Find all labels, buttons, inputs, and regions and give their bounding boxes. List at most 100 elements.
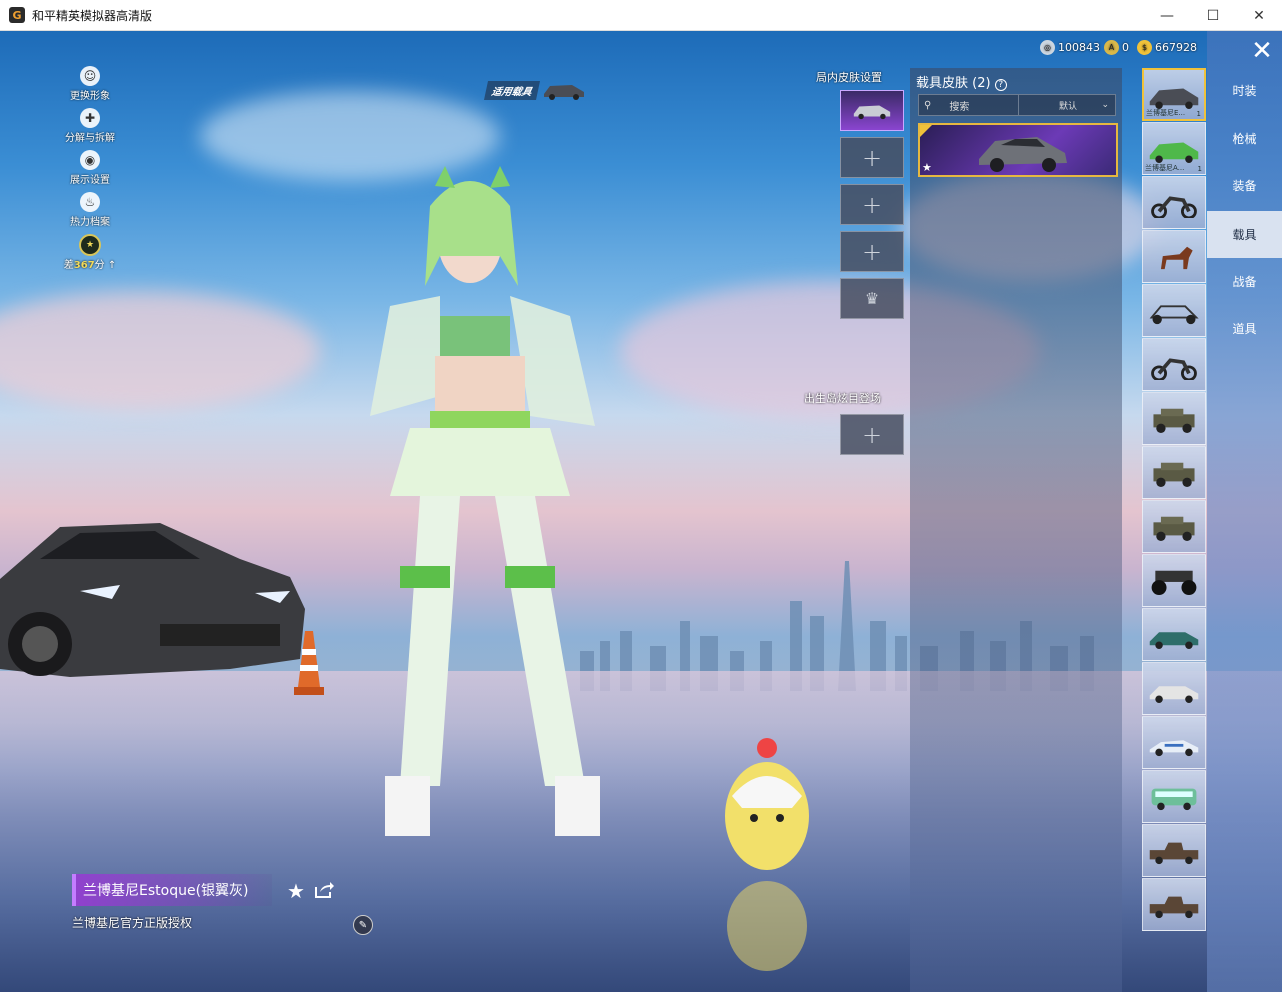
tab-props[interactable]: 道具 xyxy=(1207,305,1282,352)
change-appearance-button[interactable]: ☺ 更换形象 xyxy=(58,66,122,102)
tab-combat-gear[interactable]: 战备 xyxy=(1207,258,1282,305)
medal-coin-icon: A xyxy=(1104,40,1119,55)
eye-icon: ◉ xyxy=(80,150,100,170)
vehicle-list-item[interactable] xyxy=(1142,338,1206,391)
vehicle-list-item[interactable] xyxy=(1142,770,1206,823)
sports-car-image xyxy=(979,137,1067,172)
applicable-vehicle-label: 适用载具 xyxy=(483,81,541,100)
vehicle-list-item[interactable] xyxy=(1142,392,1206,445)
spawn-island-title: 出生岛炫目登场 xyxy=(804,392,881,405)
inmatch-skin-slot-2[interactable]: + xyxy=(840,137,904,178)
heat-archive-button[interactable]: ♨ 热力档案 xyxy=(58,192,122,228)
chevron-down-icon: ⌄ xyxy=(1101,100,1109,110)
pickup-icon xyxy=(1149,896,1199,918)
minimize-button[interactable]: — xyxy=(1144,0,1190,31)
van-icon xyxy=(1151,788,1197,810)
tab-equipment[interactable]: 装备 xyxy=(1207,162,1282,209)
star-icon: ★ xyxy=(922,161,932,174)
vehicle-list-item[interactable] xyxy=(1142,662,1206,715)
heat-score-text: 差367分 ↑ xyxy=(63,260,117,271)
inmatch-skin-slot-1[interactable] xyxy=(840,90,904,131)
display-settings-button[interactable]: ◉ 展示设置 xyxy=(58,150,122,186)
skin-search-bar: ⚲ 搜索 默认 ⌄ xyxy=(918,94,1116,116)
inmatch-skin-slot-locked[interactable]: ♛ xyxy=(840,278,904,319)
skin-card-selected[interactable]: ★ xyxy=(918,123,1118,177)
wrench-icon[interactable]: ✎ xyxy=(353,915,373,935)
vehicle-list-item[interactable] xyxy=(1142,554,1206,607)
showcase-car xyxy=(0,523,305,677)
character-model xyxy=(370,166,600,836)
inmatch-skin-slot-3[interactable]: + xyxy=(840,184,904,225)
vehicle-list-item[interactable] xyxy=(1142,878,1206,931)
vehicle-list-item[interactable] xyxy=(1142,284,1206,337)
inmatch-skin-slot-4[interactable]: + xyxy=(840,231,904,272)
side-menu-label: 分解与拆解 xyxy=(65,133,115,144)
silver-coin-icon: ◎ xyxy=(1040,40,1055,55)
maximize-button[interactable]: ☐ xyxy=(1190,0,1236,31)
new-corner-badge xyxy=(920,125,932,137)
vehicle-list-item[interactable] xyxy=(1142,716,1206,769)
sports-blue-icon xyxy=(1149,739,1199,756)
star-favorite-icon[interactable]: ★ xyxy=(287,879,305,903)
gold-amount: 667928 xyxy=(1155,41,1197,54)
monster-truck-icon xyxy=(1151,570,1197,595)
jeep-icon xyxy=(1153,516,1195,541)
jeep-icon xyxy=(1153,408,1195,433)
tab-vehicles[interactable]: 载具 xyxy=(1207,211,1282,258)
medal-amount: 0 xyxy=(1122,41,1129,54)
sedan-teal-icon xyxy=(1149,631,1199,649)
heat-score[interactable]: ★ 差367分 ↑ xyxy=(58,234,122,271)
vehicle-list-item[interactable] xyxy=(1142,500,1206,553)
license-text: 兰博基尼官方正版授权 xyxy=(72,916,193,930)
jeep-icon xyxy=(1153,462,1195,487)
currency-silver: ◎ 100843 xyxy=(1040,40,1100,55)
vehicle-list-item[interactable] xyxy=(1142,176,1206,229)
car-green-icon xyxy=(1149,141,1199,163)
window-titlebar: G 和平精英模拟器高清版 — ☐ ✕ xyxy=(0,0,1282,31)
buggy-icon xyxy=(1149,304,1199,324)
traffic-cone xyxy=(294,631,324,695)
side-menu-label: 热力档案 xyxy=(70,217,110,228)
applicable-vehicle-tag[interactable]: 适用载具 xyxy=(483,81,586,100)
vehicle-list-item[interactable]: 兰博基尼E... 1 xyxy=(1142,68,1206,121)
skin-sort-dropdown[interactable]: 默认 ⌄ xyxy=(1019,95,1115,115)
car-icon xyxy=(544,84,584,100)
chick-pet xyxy=(725,738,809,971)
vehicle-list-item[interactable] xyxy=(1142,608,1206,661)
close-icon[interactable]: ✕ xyxy=(1248,37,1276,65)
skin-search-input[interactable]: ⚲ 搜索 xyxy=(919,95,1019,115)
share-icon[interactable] xyxy=(314,881,334,899)
pickup-icon xyxy=(1149,842,1199,864)
tab-fashion[interactable]: 时装 xyxy=(1207,67,1282,114)
game-viewport: ☺ 更换形象 ✚ 分解与拆解 ◉ 展示设置 ♨ 热力档案 ★ 差367分 ↑ 适… xyxy=(0,31,1282,992)
puzzle-icon: ✚ xyxy=(80,108,100,128)
side-menu-label: 更换形象 xyxy=(70,91,110,102)
skin-panel-title: 载具皮肤 (2) ? xyxy=(916,72,1007,91)
window-title: 和平精英模拟器高清版 xyxy=(32,8,153,23)
decompose-button[interactable]: ✚ 分解与拆解 xyxy=(58,108,122,144)
left-side-menu: ☺ 更换形象 ✚ 分解与拆解 ◉ 展示设置 ♨ 热力档案 ★ 差367分 ↑ xyxy=(58,66,122,277)
search-icon: ⚲ xyxy=(924,99,932,111)
car-icon xyxy=(853,105,891,119)
motorbike-icon xyxy=(1151,357,1197,380)
skin-panel-title-text: 载具皮肤 (2) xyxy=(916,76,991,91)
category-panel: 时装 枪械 装备 载具 战备 道具 xyxy=(1207,31,1282,992)
vehicle-type-list: 兰博基尼E... 1 兰博基尼A... 1 xyxy=(1142,68,1206,932)
selected-vehicle-name: 兰博基尼Estoque(银翼灰) xyxy=(72,874,272,906)
sedan-white-icon xyxy=(1149,685,1199,703)
currency-gold: $ 667928 xyxy=(1137,40,1197,55)
heat-badge-icon: ★ xyxy=(79,234,101,256)
vehicle-list-item[interactable] xyxy=(1142,446,1206,499)
vehicle-list-item[interactable]: 兰博基尼A... 1 xyxy=(1142,122,1206,175)
vehicle-list-count: 1 xyxy=(1197,165,1202,173)
vehicle-list-item[interactable] xyxy=(1142,824,1206,877)
spawn-island-slot[interactable]: + xyxy=(840,414,904,455)
horse-icon xyxy=(1160,246,1193,269)
vehicle-list-item[interactable] xyxy=(1142,230,1206,283)
close-window-button[interactable]: ✕ xyxy=(1236,0,1282,31)
person-icon: ☺ xyxy=(80,66,100,86)
tab-firearms[interactable]: 枪械 xyxy=(1207,115,1282,162)
vehicle-skin-panel: 载具皮肤 (2) ? ⚲ 搜索 默认 ⌄ ★ xyxy=(910,68,1122,992)
motorbike-icon xyxy=(1151,195,1197,218)
help-icon[interactable]: ? xyxy=(994,79,1007,91)
